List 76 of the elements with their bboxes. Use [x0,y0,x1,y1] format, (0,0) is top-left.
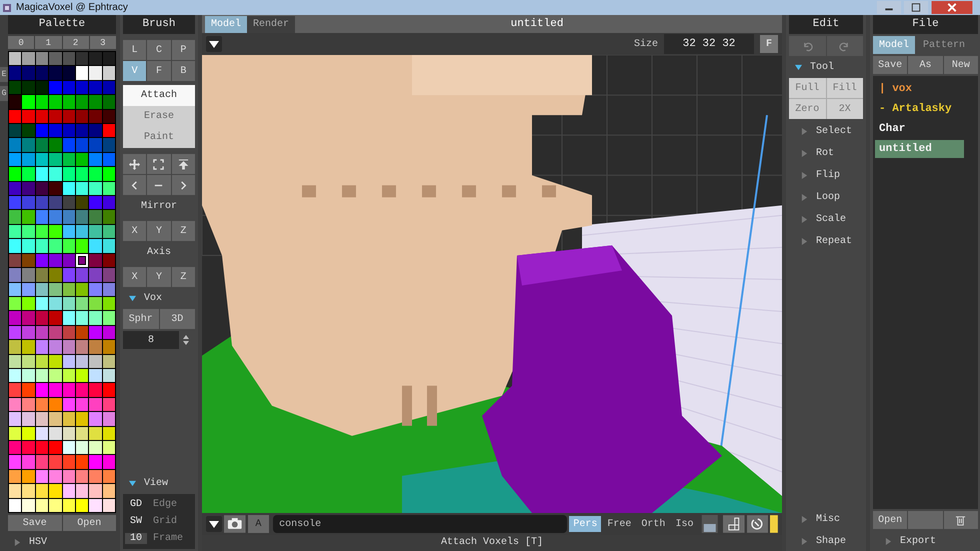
frame-count-field[interactable]: 10 [125,533,147,544]
section-label[interactable]: HSV [29,536,48,548]
palette-page-tab[interactable]: 1 [35,36,62,49]
view-option[interactable]: Edge [153,499,178,510]
brush-mode-button[interactable]: C [147,40,171,60]
file-tab[interactable]: Pattern [917,36,972,54]
section-label[interactable]: Flip [816,170,840,180]
size-field[interactable]: 32 32 32 [664,34,754,54]
mirror-axis-button[interactable]: Y [147,221,171,241]
size-label: Size [634,38,658,50]
panel-header: Edit [789,15,863,34]
palette-page-tab[interactable]: 3 [90,36,116,49]
file-button[interactable]: Save [873,56,908,74]
file-button[interactable]: New [944,56,978,74]
projection-tab[interactable]: Orth [637,516,670,532]
brush-mode-button[interactable]: V [123,61,146,81]
mirror-axis-button[interactable]: X [123,221,146,241]
section-label[interactable]: Repeat [816,236,852,246]
axis-button[interactable]: Y [147,267,171,287]
section-label[interactable]: Export [900,536,936,546]
section-label[interactable]: View [144,478,168,488]
view-toggle[interactable]: GD [125,499,147,510]
axis-button[interactable]: Z [172,267,195,287]
section-label: Mirror [140,200,178,214]
palette-page-tab[interactable]: 2 [62,36,89,49]
panel-header: Brush [123,15,195,34]
file-entry[interactable]: untitled [875,140,964,158]
tool-button[interactable]: Full [789,78,826,98]
file-entry[interactable]: - Artalasky [875,100,964,118]
status-text: Attach Voxels [T] [440,536,544,550]
open-button[interactable]: Open [873,511,908,529]
tool-button[interactable]: Fill [826,78,863,98]
axis-button[interactable]: X [123,267,146,287]
document-title: untitled [510,17,564,32]
section-label[interactable]: Loop [816,192,840,202]
file-tab[interactable]: Model [873,36,916,54]
brush-mode-button[interactable]: F [147,61,171,81]
brush-mode-button[interactable]: B [172,61,195,81]
section-label[interactable]: Tool [810,62,834,72]
section-label[interactable]: Rot [816,148,834,158]
section-label[interactable]: Scale [816,214,846,224]
view-toggle[interactable]: SW [125,516,147,527]
section-label[interactable]: Vox [144,292,162,304]
palette-page-tab[interactable]: 0 [8,36,34,49]
projection-tab[interactable]: Free [603,516,636,532]
file-entry[interactable]: | vox [875,80,964,98]
vox-shape-button[interactable]: Sphr [123,309,158,329]
view-tab[interactable]: Render [247,16,296,33]
vox-shape-button[interactable]: 3D [160,309,195,329]
section-label[interactable]: Shape [816,536,846,546]
section-label: Axis [146,246,172,260]
palette-button[interactable]: Open [62,515,116,531]
tool-button[interactable]: Zero [789,99,826,119]
brush-mode-button[interactable]: L [123,40,146,60]
palette-button[interactable]: Save [8,515,62,531]
section-label[interactable]: Select [816,126,852,136]
brush-size-field[interactable]: 8 [123,331,179,349]
fit-button[interactable]: F [760,35,778,53]
panel-header: File [873,15,978,34]
file-entry[interactable]: Char [875,120,964,138]
side-tab[interactable]: G [0,86,8,101]
panel-header: Palette [8,15,116,34]
window-title: MagicaVoxel @ Ephtracy [16,2,128,13]
brush-mode-button[interactable]: P [172,40,195,60]
projection-tab[interactable]: Iso [671,516,698,532]
side-tab[interactable]: E [0,67,8,82]
screenshot-button[interactable]: A [248,515,270,533]
section-label[interactable]: Misc [816,514,840,524]
mirror-axis-button[interactable]: Z [172,221,195,241]
view-option[interactable]: Frame [153,533,184,544]
tool-button[interactable]: 2X [826,99,863,119]
view-tab[interactable]: Model [205,16,248,33]
file-button[interactable]: As [908,56,943,74]
console-field[interactable]: console [273,515,568,533]
brush-action-item[interactable]: Attach [123,85,195,106]
view-option[interactable]: Grid [153,516,178,527]
